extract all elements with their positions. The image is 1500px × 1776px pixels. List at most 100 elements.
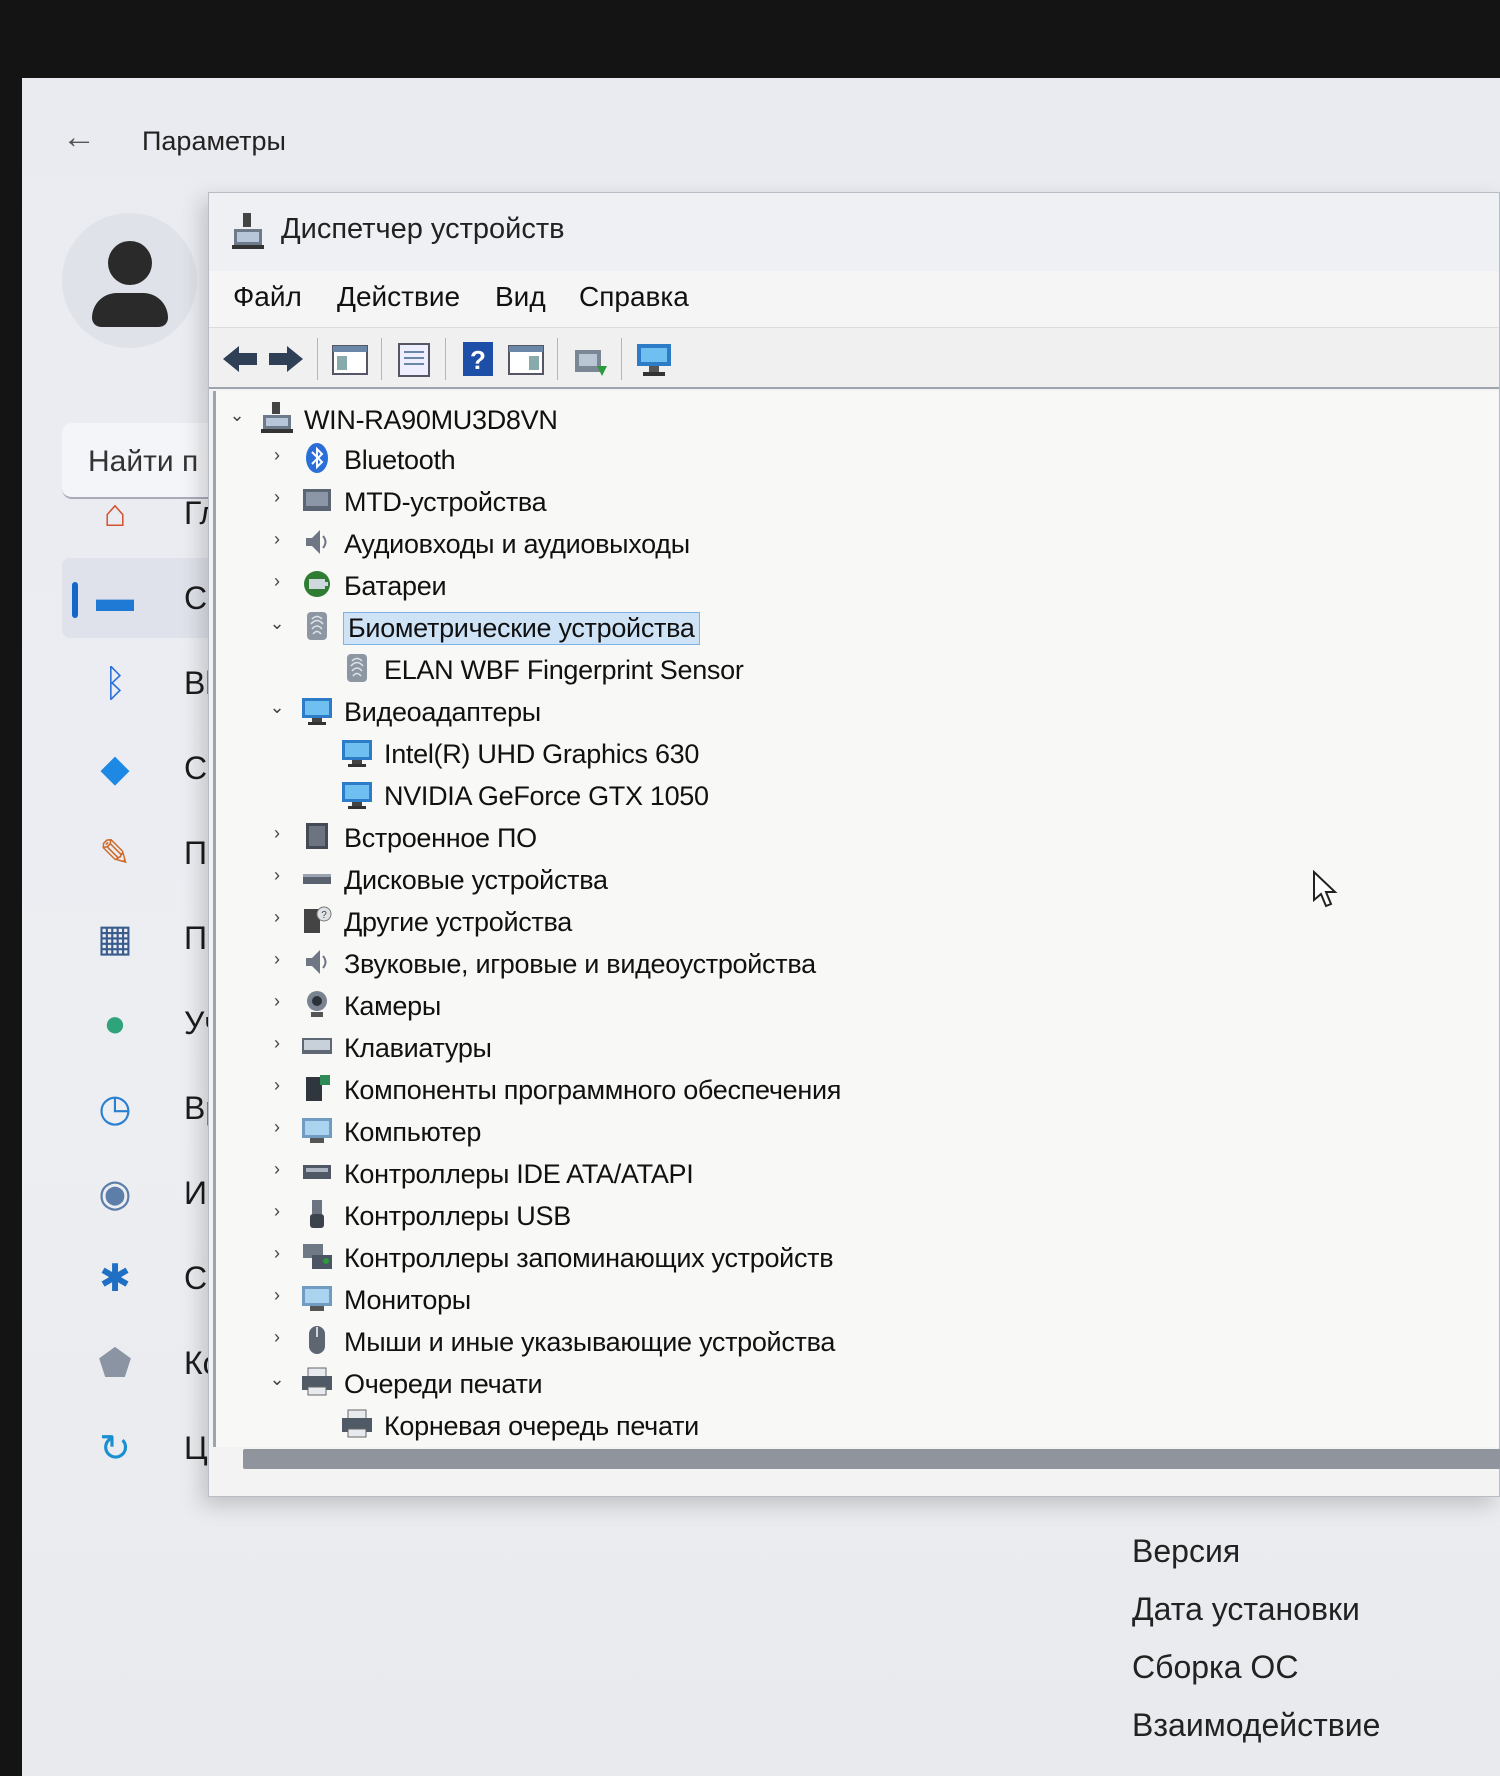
tree-item-label: Клавиатуры — [344, 1033, 492, 1063]
tree-item-label: Встроенное ПО — [344, 823, 537, 853]
sys-info-version: Версия — [1132, 1533, 1241, 1569]
window-title: Диспетчер устройств — [281, 213, 565, 245]
tree-item-label: Дисковые устройства — [344, 865, 608, 895]
device-manager-icon — [232, 213, 264, 249]
help-icon[interactable]: ? — [457, 338, 499, 380]
unknown-icon: ? — [304, 906, 332, 933]
menu-file[interactable]: Файл — [233, 281, 302, 313]
expand-chevron-icon[interactable]: › — [266, 1243, 288, 1265]
menu-action[interactable]: Действие — [337, 281, 460, 313]
expand-chevron-icon[interactable]: › — [266, 991, 288, 1013]
sys-info-os-build: Сборка ОС — [1132, 1649, 1299, 1685]
title-bar[interactable]: Диспетчер устройств — [209, 193, 1499, 271]
svg-text:?: ? — [321, 910, 327, 921]
expand-chevron-icon[interactable]: › — [266, 445, 288, 467]
ide-icon — [303, 1165, 331, 1179]
show-hide-tree-icon[interactable] — [329, 338, 371, 380]
personalization-icon: ✎ — [99, 833, 131, 875]
tree-item-label: Компьютер — [344, 1117, 482, 1147]
storage-icon — [303, 1244, 332, 1269]
expand-chevron-icon[interactable]: › — [266, 1159, 288, 1181]
display-icon — [342, 740, 372, 767]
collapse-chevron-icon[interactable]: ⌄ — [266, 613, 288, 635]
expand-chevron-icon[interactable]: › — [266, 823, 288, 845]
horizontal-scrollbar[interactable] — [243, 1449, 1500, 1469]
expand-chevron-icon[interactable]: › — [266, 1117, 288, 1139]
toolbar: ? — [209, 327, 1499, 389]
expand-chevron-icon[interactable]: › — [266, 1285, 288, 1307]
sys-info-install-date: Дата установки — [1132, 1591, 1360, 1627]
network-icon: ◆ — [100, 748, 130, 790]
keyboard-icon — [302, 1038, 332, 1054]
tree-item-label: Мыши и иные указывающие устройства — [344, 1327, 836, 1357]
collapse-chevron-icon[interactable]: ⌄ — [226, 405, 248, 427]
software-icon — [306, 1075, 330, 1101]
tree-item-label: Батареи — [344, 571, 447, 601]
back-arrow-icon[interactable]: ← — [62, 118, 96, 157]
menu-bar: Файл Действие Вид Справка — [209, 271, 1499, 327]
tree-item-label: Контроллеры IDE ATA/ATAPI — [344, 1159, 694, 1189]
tree-item-label: Контроллеры запоминающих устройств — [344, 1243, 834, 1273]
tree-item-label: Мониторы — [344, 1285, 471, 1315]
toolbar-separator — [445, 338, 446, 380]
tree-item-label: Звуковые, игровые и видеоустройства — [344, 949, 816, 979]
expand-chevron-icon[interactable]: › — [266, 907, 288, 929]
chip-icon — [306, 823, 328, 849]
expand-chevron-icon[interactable]: › — [266, 949, 288, 971]
user-body-shape — [92, 293, 168, 327]
computer-icon — [261, 402, 293, 433]
collapse-chevron-icon[interactable]: ⌄ — [266, 1369, 288, 1391]
device-manager-window: Диспетчер устройств Файл Действие Вид Сп… — [208, 192, 1500, 1497]
collapse-chevron-icon[interactable]: ⌄ — [266, 697, 288, 719]
accessibility-icon: ✱ — [99, 1258, 131, 1300]
printer-icon — [302, 1367, 332, 1396]
properties-icon[interactable] — [393, 338, 435, 380]
tree-item-label: NVIDIA GeForce GTX 1050 — [384, 781, 709, 811]
tree-item-label: Камеры — [344, 991, 441, 1021]
system-info-list: Версия Дата установки Сборка ОС Взаимоде… — [1132, 1533, 1380, 1765]
menu-view[interactable]: Вид — [495, 281, 546, 313]
fingerprint-icon — [347, 654, 367, 682]
expand-chevron-icon[interactable]: › — [266, 487, 288, 509]
display-icon — [342, 782, 372, 809]
scan-hardware-icon[interactable] — [633, 338, 675, 380]
device-tree[interactable]: ⌄ WIN-RA90MU3D8VN › Bluetooth › MTD-устройс… — [213, 391, 1499, 1447]
toolbar-separator — [557, 338, 558, 380]
display-icon — [302, 698, 332, 725]
expand-chevron-icon[interactable]: › — [266, 529, 288, 551]
expand-chevron-icon[interactable]: › — [266, 1033, 288, 1055]
tree-item-label: Видеоадаптеры — [344, 697, 541, 727]
expand-chevron-icon[interactable]: › — [266, 1075, 288, 1097]
tree-item-label: Компоненты программного обеспечения — [344, 1075, 842, 1105]
battery-icon — [304, 571, 330, 597]
disk-icon — [303, 874, 331, 884]
gaming-icon: ◉ — [98, 1173, 132, 1215]
forward-icon[interactable] — [265, 338, 307, 380]
menu-help[interactable]: Справка — [579, 281, 689, 313]
expand-chevron-icon[interactable]: › — [266, 865, 288, 887]
system-icon: ▬ — [96, 578, 134, 620]
sys-info-experience: Взаимодействие — [1132, 1707, 1381, 1743]
tree-item-label: Другие устройства — [344, 907, 572, 937]
update-driver-icon[interactable] — [569, 338, 611, 380]
speaker-icon — [306, 950, 327, 974]
toolbar-separator — [381, 338, 382, 380]
shield-icon: ⬟ — [98, 1343, 132, 1385]
tree-item-label: MTD-устройства — [344, 487, 547, 517]
expand-chevron-icon[interactable]: › — [266, 571, 288, 593]
svg-text:?: ? — [470, 345, 486, 375]
monitor-icon — [302, 1286, 332, 1311]
camera-icon — [307, 991, 327, 1017]
home-icon: ⌂ — [103, 493, 127, 535]
bluetooth-icon: ᛒ — [103, 663, 127, 705]
tree-item-label: Биометрические устройства — [343, 612, 700, 645]
user-head-shape — [108, 241, 152, 285]
avatar[interactable] — [62, 213, 197, 348]
action-pane-icon[interactable] — [505, 338, 547, 380]
expand-chevron-icon[interactable]: › — [266, 1327, 288, 1349]
back-icon[interactable] — [219, 338, 261, 380]
tree-item-label: Intel(R) UHD Graphics 630 — [384, 739, 700, 769]
expand-chevron-icon[interactable]: › — [266, 1201, 288, 1223]
usb-icon — [310, 1200, 324, 1228]
apps-icon: ▦ — [97, 918, 133, 960]
